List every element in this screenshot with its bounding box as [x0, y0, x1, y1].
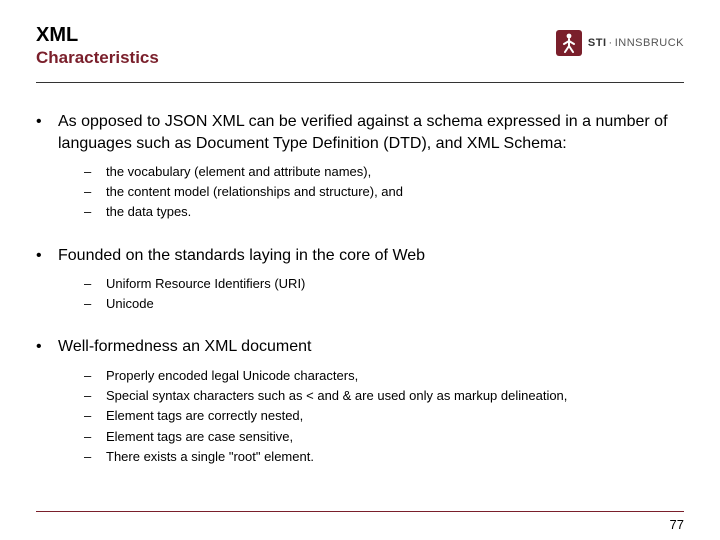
bullet-item: • As opposed to JSON XML can be verified…: [36, 111, 684, 154]
sub-bullet-marker: –: [84, 294, 106, 314]
bullet-marker: •: [36, 245, 58, 267]
sub-bullet-marker: –: [84, 274, 106, 294]
sub-item: –the content model (relationships and st…: [84, 182, 684, 202]
sub-bullet-marker: –: [84, 162, 106, 182]
sub-item: –There exists a single "root" element.: [84, 447, 684, 467]
sub-text: Element tags are correctly nested,: [106, 406, 303, 426]
logo-text-rest: INNSBRUCK: [615, 37, 684, 49]
sub-text: the content model (relationships and str…: [106, 182, 403, 202]
sub-item: –Element tags are correctly nested,: [84, 406, 684, 426]
bullet-text: Founded on the standards laying in the c…: [58, 245, 425, 267]
slide-header: XML Characteristics STI·INNSBRUCK: [0, 0, 720, 76]
sub-text: the data types.: [106, 202, 191, 222]
sub-text: the vocabulary (element and attribute na…: [106, 162, 371, 182]
sub-item: –Uniform Resource Identifiers (URI): [84, 274, 684, 294]
logo-text-bold: STI: [588, 37, 607, 49]
slide-content: • As opposed to JSON XML can be verified…: [0, 83, 720, 467]
sub-item: –the data types.: [84, 202, 684, 222]
sub-item: –Properly encoded legal Unicode characte…: [84, 366, 684, 386]
sub-bullet-marker: –: [84, 386, 106, 406]
sub-text: Uniform Resource Identifiers (URI): [106, 274, 305, 294]
sub-bullet-marker: –: [84, 366, 106, 386]
sub-text: Unicode: [106, 294, 154, 314]
sub-bullet-marker: –: [84, 202, 106, 222]
sub-text: Element tags are case sensitive,: [106, 427, 293, 447]
sub-bullet-marker: –: [84, 182, 106, 202]
sub-list: –the vocabulary (element and attribute n…: [84, 162, 684, 222]
sub-bullet-marker: –: [84, 427, 106, 447]
sub-text: Special syntax characters such as < and …: [106, 386, 567, 406]
sub-item: –Special syntax characters such as < and…: [84, 386, 684, 406]
footer-divider: [36, 511, 684, 512]
sub-item: –the vocabulary (element and attribute n…: [84, 162, 684, 182]
page-number: 77: [670, 517, 684, 532]
logo: STI·INNSBRUCK: [556, 30, 684, 56]
bullet-marker: •: [36, 111, 58, 154]
bullet-text: Well-formedness an XML document: [58, 336, 311, 358]
sub-text: There exists a single "root" element.: [106, 447, 314, 467]
sub-text: Properly encoded legal Unicode character…: [106, 366, 358, 386]
bullet-text: As opposed to JSON XML can be verified a…: [58, 111, 684, 154]
sub-bullet-marker: –: [84, 406, 106, 426]
bullet-item: • Well-formedness an XML document: [36, 336, 684, 358]
bullet-marker: •: [36, 336, 58, 358]
sub-bullet-marker: –: [84, 447, 106, 467]
sub-list: –Uniform Resource Identifiers (URI) –Uni…: [84, 274, 684, 314]
logo-icon: [556, 30, 582, 56]
sub-list: –Properly encoded legal Unicode characte…: [84, 366, 684, 467]
sub-item: –Unicode: [84, 294, 684, 314]
bullet-item: • Founded on the standards laying in the…: [36, 245, 684, 267]
logo-text: STI·INNSBRUCK: [588, 37, 684, 49]
sub-item: –Element tags are case sensitive,: [84, 427, 684, 447]
